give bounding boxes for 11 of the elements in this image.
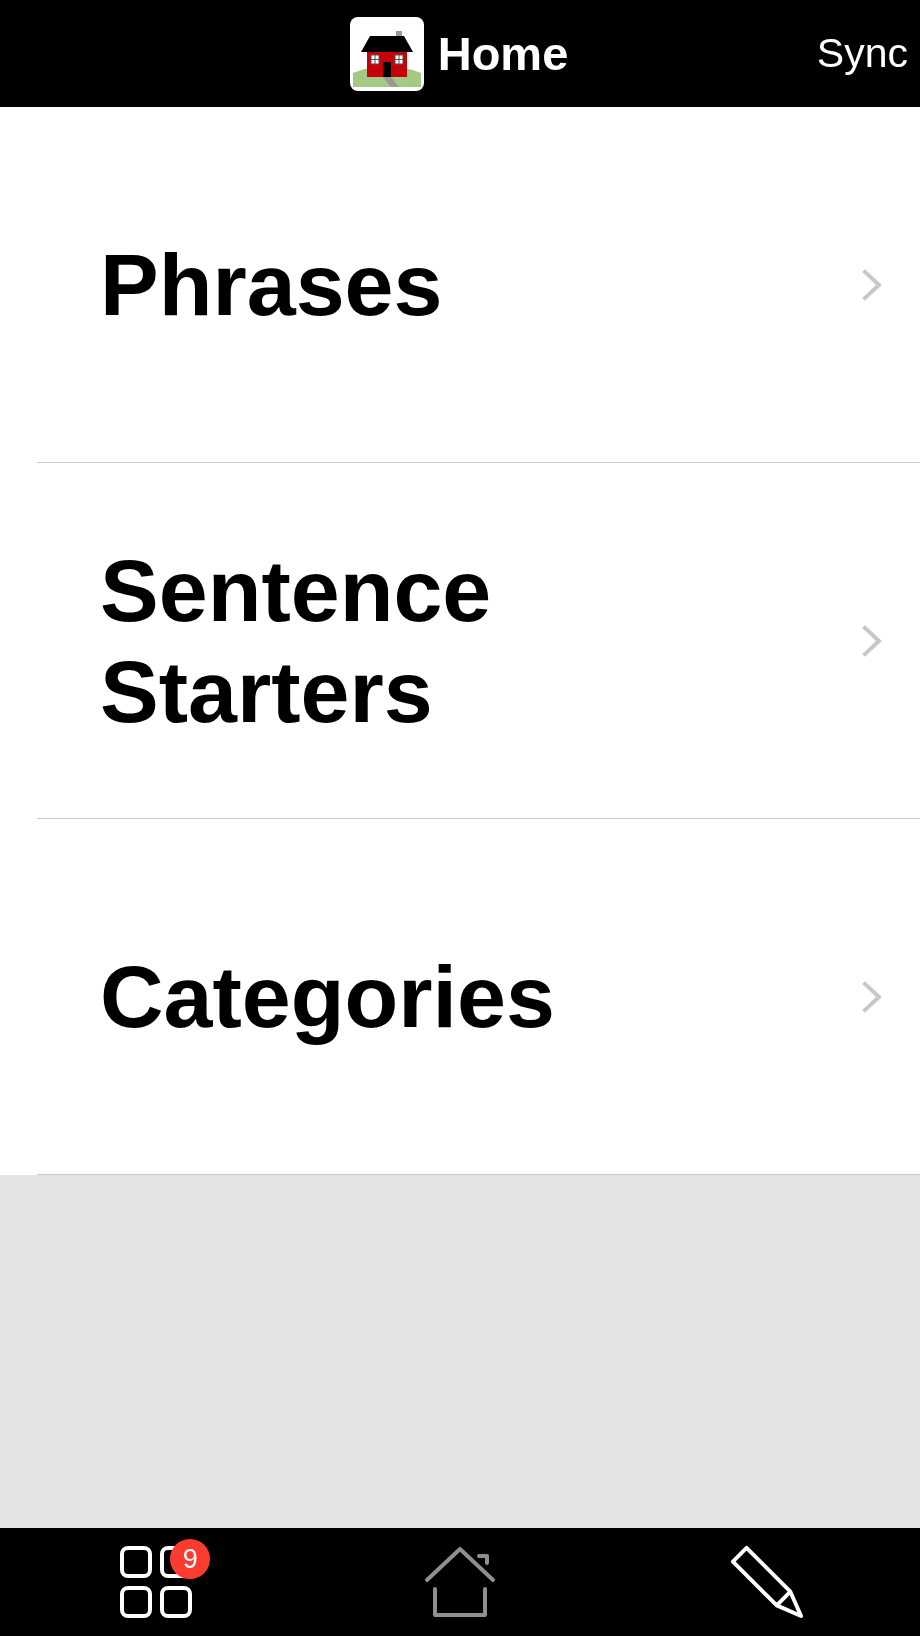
house-icon: [349, 16, 424, 91]
chevron-right-icon: [862, 980, 882, 1013]
sync-button[interactable]: Sync: [816, 29, 908, 78]
chevron-right-icon: [862, 624, 882, 657]
notification-badge: 9: [170, 1539, 211, 1579]
pencil-tab[interactable]: [729, 1545, 804, 1619]
chevron-right-icon: [862, 268, 882, 301]
grid-tab[interactable]: 9: [120, 1539, 211, 1618]
screen-title: Home: [437, 30, 569, 77]
pencil-icon: [729, 1545, 804, 1619]
home-icon: [425, 1547, 495, 1617]
